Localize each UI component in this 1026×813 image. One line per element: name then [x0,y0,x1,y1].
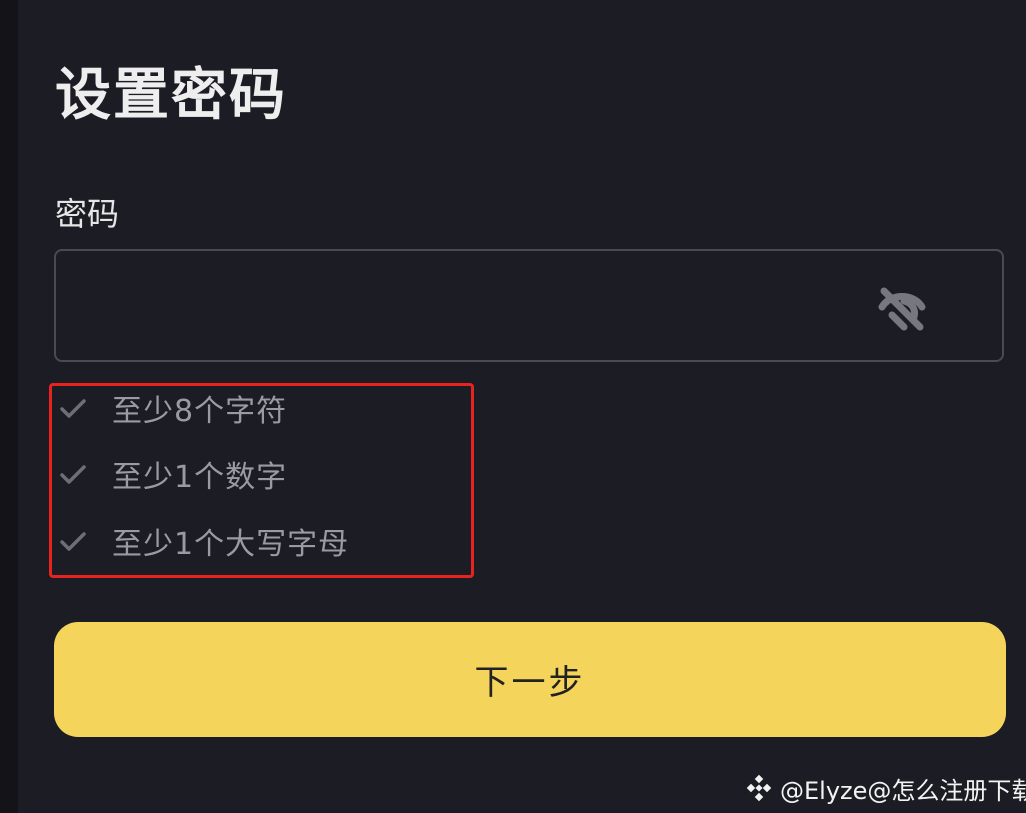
next-button[interactable]: 下一步 [54,622,1006,737]
rule-min-length: 至少8个字符 [56,383,287,433]
binance-logo-icon [744,773,774,803]
password-field[interactable] [54,249,1004,362]
password-label: 密码 [55,195,120,233]
eye-off-icon[interactable] [874,281,930,333]
check-icon [56,524,90,558]
set-password-screen: 设置密码 密码 至少8个字符 至少1个数字 至少1个大写字母 下一步 @Elyz… [0,0,1026,813]
rule-uppercase: 至少1个大写字母 [56,516,349,566]
left-edge-strip [0,0,18,813]
rule-number: 至少1个数字 [56,449,287,499]
rule-text: 至少8个字符 [112,394,288,429]
rule-text: 至少1个大写字母 [112,527,350,562]
watermark: @Elyze@怎么注册下载 [744,768,1026,808]
check-icon [56,457,90,491]
check-icon [56,391,90,425]
rule-text: 至少1个数字 [112,460,288,495]
page-title: 设置密码 [55,63,287,128]
watermark-text: @Elyze@怎么注册下载 [780,776,1026,805]
password-input[interactable] [72,261,856,353]
